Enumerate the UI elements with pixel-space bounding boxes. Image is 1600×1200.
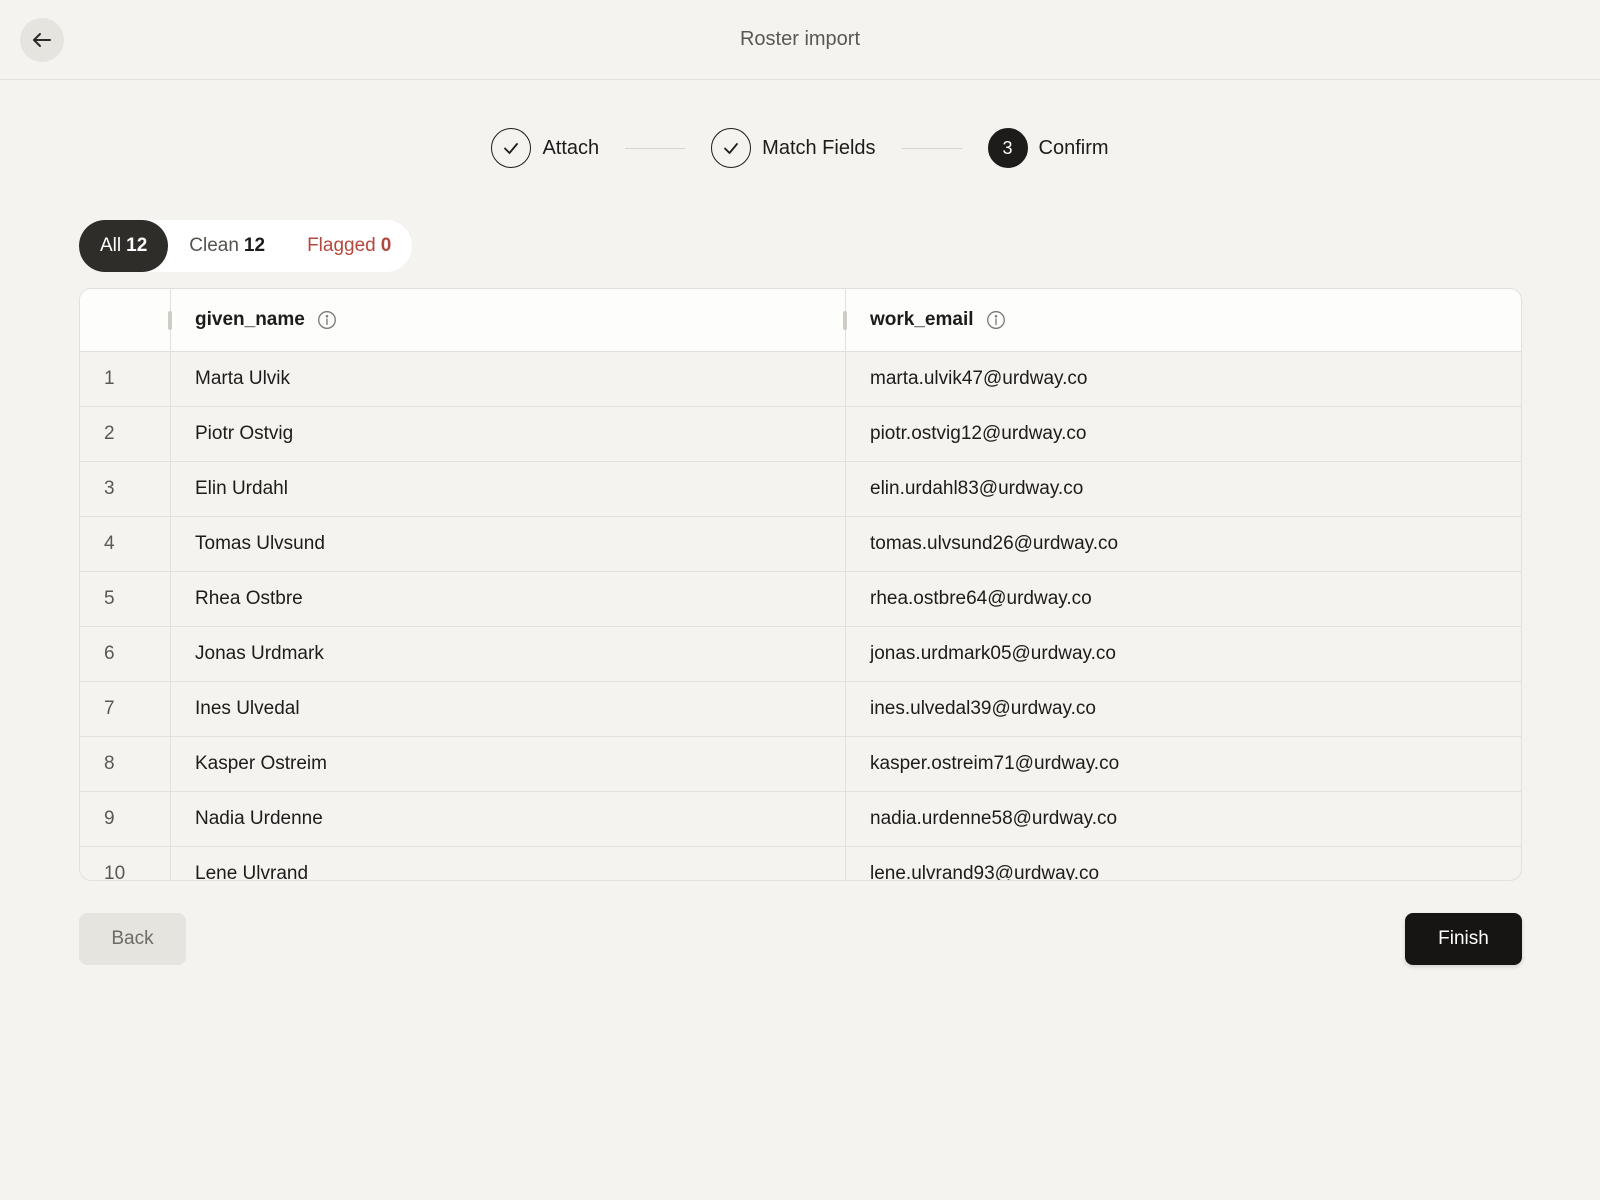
column-header-label: work_email (870, 309, 974, 330)
table-row: 8 Kasper Ostreim kasper.ostreim71@urdway… (80, 737, 1521, 792)
work-email-cell: lene.ulvrand93@urdway.co (870, 863, 1100, 881)
step-confirm-label: Confirm (1038, 136, 1109, 159)
filter-tab-label: Flagged (307, 235, 376, 256)
column-header-work-email: work_email (846, 289, 1521, 351)
column-resize-handle[interactable] (843, 311, 847, 330)
step-confirm-circle: 3 (987, 128, 1028, 168)
row-number: 10 (80, 847, 171, 880)
work-email-cell: rhea.ostbre64@urdway.co (870, 588, 1092, 609)
given-name-cell: Tomas Ulvsund (171, 517, 846, 571)
given-name-cell: Marta Ulvik (171, 352, 846, 406)
row-number: 7 (80, 682, 171, 736)
step-confirm: 3 Confirm (987, 128, 1109, 168)
table-header-row: given_name work_email (80, 289, 1521, 352)
step-match-fields: Match Fields (711, 128, 876, 168)
table-row: 10 Lene Ulvrand lene.ulvrand93@urdway.co (80, 847, 1521, 881)
filter-tab-count: 12 (243, 235, 266, 256)
roster-import-screen: Roster import Attach Match Fields 3 Conf… (0, 0, 1600, 1200)
work-email-cell: tomas.ulvsund26@urdway.co (870, 533, 1119, 554)
table-row: 7 Ines Ulvedal ines.ulvedal39@urdway.co (80, 682, 1521, 737)
info-icon[interactable] (317, 310, 337, 330)
given-name-cell: Elin Urdahl (171, 462, 846, 516)
given-name-cell: Kasper Ostreim (171, 737, 846, 791)
work-email-cell: elin.urdahl83@urdway.co (870, 478, 1084, 499)
table-row: 6 Jonas Urdmark jonas.urdmark05@urdway.c… (80, 627, 1521, 682)
given-name-cell: Rhea Ostbre (171, 572, 846, 626)
row-number-header (80, 289, 172, 351)
column-header-given-name: given_name (171, 289, 847, 351)
work-email-cell: piotr.ostvig12@urdway.co (870, 423, 1087, 444)
filter-tab-all[interactable]: All 12 (79, 220, 169, 272)
work-email-cell: marta.ulvik47@urdway.co (870, 368, 1088, 389)
progress-stepper: Attach Match Fields 3 Confirm (0, 127, 1600, 169)
step-connector (625, 147, 686, 149)
table-row: 1 Marta Ulvik marta.ulvik47@urdway.co (80, 352, 1521, 407)
preview-table[interactable]: given_name work_email 1 Marta Ulvik mart… (79, 288, 1522, 881)
table-row: 2 Piotr Ostvig piotr.ostvig12@urdway.co (80, 407, 1521, 462)
given-name-cell: Lene Ulvrand (171, 847, 846, 880)
filter-tab-label: All (100, 235, 122, 256)
filter-tab-count: 0 (380, 235, 392, 256)
step-attach-label: Attach (542, 136, 600, 159)
back-button[interactable]: Back (79, 913, 186, 965)
step-match-fields-label: Match Fields (762, 136, 876, 159)
filter-tab-flagged[interactable]: Flagged 0 (286, 220, 412, 272)
table-row: 4 Tomas Ulvsund tomas.ulvsund26@urdway.c… (80, 517, 1521, 572)
work-email-cell: nadia.urdenne58@urdway.co (870, 808, 1118, 829)
given-name-cell: Piotr Ostvig (171, 407, 846, 461)
page-title: Roster import (739, 28, 861, 50)
step-match-fields-circle (711, 128, 752, 168)
row-number: 6 (80, 627, 171, 681)
row-number: 5 (80, 572, 171, 626)
check-icon (724, 143, 739, 154)
top-bar: Roster import (0, 0, 1600, 80)
table-row: 9 Nadia Urdenne nadia.urdenne58@urdway.c… (80, 792, 1521, 847)
given-name-cell: Ines Ulvedal (171, 682, 846, 736)
finish-button[interactable]: Finish (1405, 913, 1522, 965)
row-number: 2 (80, 407, 171, 461)
row-number: 9 (80, 792, 171, 846)
step-attach: Attach (491, 128, 599, 168)
work-email-cell: ines.ulvedal39@urdway.co (870, 698, 1096, 719)
filter-tab-label: Clean (189, 235, 239, 256)
check-icon (504, 143, 519, 154)
given-name-cell: Jonas Urdmark (171, 627, 846, 681)
row-filter-tabs: All 12 Clean 12 Flagged 0 (79, 220, 413, 272)
table-row: 5 Rhea Ostbre rhea.ostbre64@urdway.co (80, 572, 1521, 627)
row-number: 3 (80, 462, 171, 516)
row-number: 4 (80, 517, 171, 571)
step-attach-circle (491, 128, 532, 168)
work-email-cell: jonas.urdmark05@urdway.co (870, 643, 1116, 664)
info-icon[interactable] (986, 310, 1006, 330)
work-email-cell: kasper.ostreim71@urdway.co (870, 753, 1120, 774)
step-connector (901, 147, 962, 149)
row-number: 1 (80, 352, 171, 406)
column-header-label: given_name (195, 309, 305, 330)
row-number: 8 (80, 737, 171, 791)
given-name-cell: Nadia Urdenne (171, 792, 846, 846)
table-row: 3 Elin Urdahl elin.urdahl83@urdway.co (80, 462, 1521, 517)
filter-tab-clean[interactable]: Clean 12 (168, 220, 286, 272)
filter-tab-count: 12 (126, 235, 148, 256)
